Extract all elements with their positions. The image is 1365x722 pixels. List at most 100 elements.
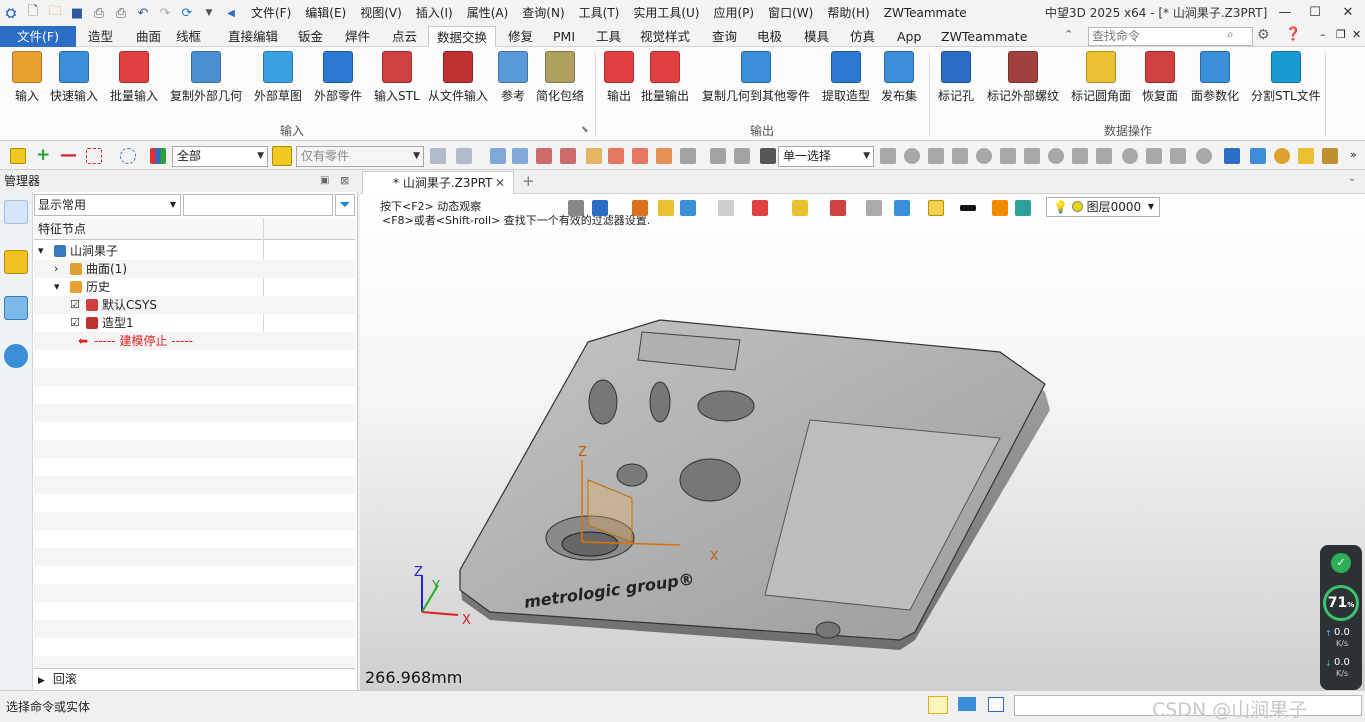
minus-icon[interactable]: — <box>60 145 77 165</box>
split-stl-button[interactable]: 分割STL文件 <box>1251 51 1321 104</box>
tab-17[interactable]: ZWTeammate <box>933 26 1035 47</box>
snap-tool-1-icon[interactable] <box>904 148 920 164</box>
maximize-button[interactable]: ☐ <box>1300 0 1330 26</box>
menu-11[interactable]: ZWTeammate <box>877 0 974 26</box>
snap-tool-8-icon[interactable] <box>1072 148 1088 164</box>
chevron-down-icon[interactable]: ▼ <box>198 3 220 23</box>
status-icon-a[interactable] <box>928 696 948 714</box>
search-icon[interactable]: ⌕ <box>1227 27 1234 42</box>
model-canvas[interactable]: Z X metrologic group® Z Y X <box>360 170 1365 690</box>
snap-tool-2-icon[interactable] <box>928 148 944 164</box>
filter-select[interactable]: 全部 ▼ <box>172 146 268 167</box>
assembly-manager-icon[interactable] <box>4 250 28 274</box>
menu-8[interactable]: 应用(P) <box>707 0 762 26</box>
mark-thread-button[interactable]: 标记外部螺纹 <box>987 51 1059 104</box>
graphics-viewport[interactable]: * 山涧果子.Z3PRT ✕ + ⌄ 按下<F2> 动态观察 <F8>或者<Sh… <box>360 170 1365 690</box>
extract-shape-button[interactable]: 提取造型 <box>822 51 870 104</box>
refresh-icon[interactable]: ⟳ <box>176 3 198 23</box>
tab-0[interactable]: 造型 <box>80 26 121 47</box>
open-folder-icon[interactable]: 🗀 <box>44 3 66 23</box>
tree-row[interactable]: ▾ 历史 <box>34 278 355 296</box>
lasso-select-icon[interactable] <box>120 148 136 164</box>
overflow-icon[interactable]: » <box>1350 148 1357 161</box>
toolbar-tool-2-icon[interactable] <box>490 148 506 164</box>
rollback-bar[interactable]: ▶ 回滚 <box>34 668 355 688</box>
user-icon[interactable] <box>4 344 28 368</box>
external-sketch-button[interactable]: 外部草图 <box>254 51 302 104</box>
batch-export-button[interactable]: 批量输出 <box>641 51 689 104</box>
tree-row[interactable]: ⬅ ----- 建模停止 ----- <box>34 332 355 350</box>
tab-13[interactable]: 电极 <box>749 26 790 47</box>
gear-icon[interactable]: ⚙ <box>1257 27 1270 43</box>
toolbar-tool-13-icon[interactable] <box>760 148 776 164</box>
reference-button[interactable]: 参考 <box>498 51 528 104</box>
tree-row[interactable]: ▾ 山涧果子 <box>34 242 355 260</box>
tree-row[interactable]: › 曲面(1) <box>34 260 355 278</box>
tab-9[interactable]: PMI <box>545 26 583 47</box>
publish-set-button[interactable]: 发布集 <box>881 51 917 104</box>
menu-4[interactable]: 属性(A) <box>460 0 516 26</box>
screen-icon[interactable] <box>958 697 976 711</box>
toolbar-tool-4-icon[interactable] <box>536 148 552 164</box>
tab-12[interactable]: 查询 <box>704 26 745 47</box>
collapse-ribbon-icon[interactable]: ⌃ <box>1064 28 1073 41</box>
snap-tool-13-icon[interactable] <box>1196 148 1212 164</box>
toolbar-tool-11-icon[interactable] <box>710 148 726 164</box>
tab-4[interactable]: 钣金 <box>290 26 331 47</box>
menu-1[interactable]: 编辑(E) <box>298 0 353 26</box>
toolbar-tool-10-icon[interactable] <box>680 148 696 164</box>
mark-fillet-button[interactable]: 标记圆角面 <box>1071 51 1131 104</box>
list-icon[interactable] <box>988 697 1004 712</box>
print-icon[interactable]: ⎙ <box>88 3 110 23</box>
print-preview-icon[interactable]: ⎙ <box>110 3 132 23</box>
snap-tool-6-icon[interactable] <box>1024 148 1040 164</box>
tab-5[interactable]: 焊件 <box>337 26 378 47</box>
view-manager-icon[interactable] <box>4 296 28 320</box>
new-file-icon[interactable]: 🗋 <box>22 3 44 23</box>
checkbox-icon[interactable]: ☑ <box>70 314 80 332</box>
menu-9[interactable]: 窗口(W) <box>761 0 820 26</box>
close-button[interactable]: ✕ <box>1333 0 1363 26</box>
toolbar-tool-6-icon[interactable] <box>586 148 602 164</box>
doc-restore-icon[interactable]: ❐ <box>1336 28 1346 41</box>
toolbar-tool-5-icon[interactable] <box>560 148 576 164</box>
funnel-icon[interactable]: ⏷ <box>335 194 355 216</box>
menu-6[interactable]: 工具(T) <box>572 0 627 26</box>
snap-tool-3-icon[interactable] <box>952 148 968 164</box>
minimize-button[interactable]: — <box>1270 0 1300 26</box>
export-button[interactable]: 输出 <box>604 51 634 104</box>
menu-0[interactable]: 文件(F) <box>244 0 298 26</box>
toolbar-tool-9-icon[interactable] <box>656 148 672 164</box>
toolbar-tool-12-icon[interactable] <box>734 148 750 164</box>
undo-icon[interactable]: ↶ <box>132 3 154 23</box>
tab-16[interactable]: App <box>889 26 929 47</box>
tree-row[interactable]: ☑ 造型1 <box>34 314 355 332</box>
menu-2[interactable]: 视图(V) <box>353 0 409 26</box>
redo-icon[interactable]: ↷ <box>154 3 176 23</box>
tab-2[interactable]: 线框 <box>168 26 209 47</box>
snap-tool-7-icon[interactable] <box>1048 148 1064 164</box>
toolbar-tool-7-icon[interactable] <box>608 148 624 164</box>
tree-row[interactable]: ☑ 默认CSYS <box>34 296 355 314</box>
scope-select[interactable]: 仅有零件 ▼ <box>296 146 424 167</box>
copy-external-geometry-button[interactable]: 复制外部几何 <box>170 51 242 104</box>
close-icon[interactable]: ⊠ <box>340 170 349 192</box>
pin-icon[interactable]: ▣ <box>320 170 329 192</box>
tab-15[interactable]: 仿真 <box>842 26 883 47</box>
import-from-file-button[interactable]: 从文件输入 <box>428 51 488 104</box>
snap-tool-18-icon[interactable] <box>1322 148 1338 164</box>
back-arrow-icon[interactable]: ◀ <box>220 3 242 23</box>
toolbar-tool-0-icon[interactable] <box>430 148 446 164</box>
import-stl-button[interactable]: 输入STL <box>374 51 420 104</box>
snap-tool-11-icon[interactable] <box>1146 148 1162 164</box>
chevron-right-icon[interactable]: › <box>54 260 58 278</box>
external-part-button[interactable]: 外部零件 <box>314 51 362 104</box>
tab-1[interactable]: 曲面 <box>128 26 169 47</box>
doc-close-icon[interactable]: ✕ <box>1352 28 1361 41</box>
tab-7[interactable]: 数据交换 <box>428 26 497 48</box>
tree-search-input[interactable] <box>183 194 333 216</box>
checkbox-icon[interactable]: ☑ <box>70 296 80 314</box>
tab-6[interactable]: 点云 <box>384 26 425 47</box>
part-filter-icon[interactable] <box>272 146 292 166</box>
toolbar-tool-8-icon[interactable] <box>632 148 648 164</box>
